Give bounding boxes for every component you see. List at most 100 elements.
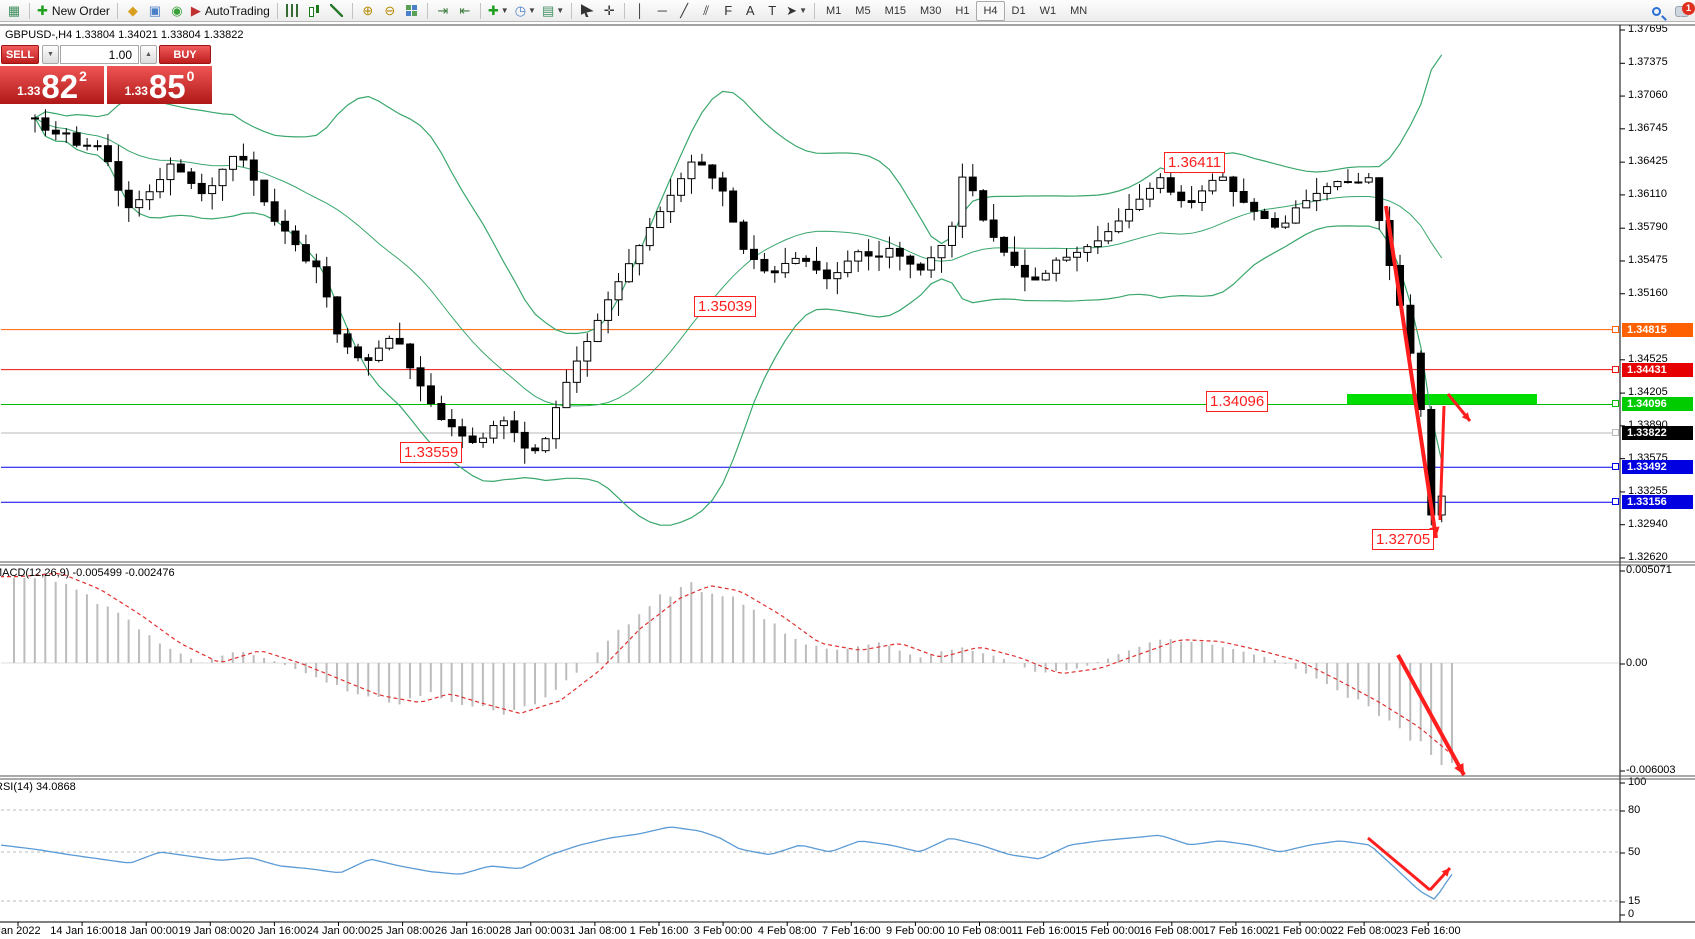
price-line-marker[interactable] xyxy=(1612,463,1619,470)
candle-body xyxy=(1157,178,1164,189)
candle-body xyxy=(32,118,39,119)
price-line-marker[interactable] xyxy=(1612,498,1619,505)
candle-body xyxy=(730,191,737,222)
candle-body xyxy=(1261,211,1268,218)
candle-body xyxy=(427,386,434,404)
candle-body xyxy=(1230,177,1237,191)
price-tag-1.33492[interactable]: 1.33492 xyxy=(1622,460,1693,474)
price-tag-1.33822[interactable]: 1.33822 xyxy=(1622,426,1693,440)
candle-body xyxy=(250,160,257,180)
candle-body xyxy=(94,146,101,147)
volume-increase-button[interactable]: ▲ xyxy=(140,45,157,64)
candle-body xyxy=(792,258,799,263)
candle-body xyxy=(1376,178,1383,221)
candle-body xyxy=(1021,265,1028,277)
candle-body xyxy=(1011,252,1018,265)
buy-button[interactable]: BUY xyxy=(159,45,211,64)
candle-body xyxy=(500,421,507,426)
volume-decrease-button[interactable]: ▼ xyxy=(42,45,59,64)
price-line-marker[interactable] xyxy=(1612,366,1619,373)
candle-body xyxy=(188,172,195,183)
candle-body xyxy=(1063,257,1070,260)
candle-body xyxy=(302,245,309,261)
candle-body xyxy=(521,432,528,448)
price-line-marker[interactable] xyxy=(1612,429,1619,436)
candle-body xyxy=(876,256,883,257)
candle-body xyxy=(1084,247,1091,253)
candle-body xyxy=(1209,180,1216,191)
candle-body xyxy=(52,130,59,134)
candle-body xyxy=(219,169,226,185)
candle-body xyxy=(803,258,810,261)
candle-body xyxy=(1417,353,1424,409)
candle-body xyxy=(157,180,164,192)
candle-body xyxy=(834,273,841,279)
price-annotation[interactable]: 1.32705 xyxy=(1372,529,1434,550)
candle-body xyxy=(782,263,789,272)
candle-body xyxy=(844,261,851,273)
candle-body xyxy=(125,190,132,207)
candle-body xyxy=(990,220,997,237)
sell-price-big: 82 xyxy=(41,72,78,102)
price-annotation[interactable]: 1.36411 xyxy=(1164,152,1225,173)
candle-body xyxy=(104,146,111,162)
candle-body xyxy=(855,252,862,261)
sell-price-prefix: 1.33 xyxy=(17,84,40,98)
price-annotation[interactable]: 1.34096 xyxy=(1206,391,1268,412)
mt4-window: { "toolbar": { "groups": [ {"items":[{"n… xyxy=(0,0,1695,939)
candle-body xyxy=(1313,193,1320,200)
support-zone[interactable] xyxy=(1347,394,1537,404)
price-line-marker[interactable] xyxy=(1612,400,1619,407)
candle-body xyxy=(594,320,601,341)
price-tag-1.33156[interactable]: 1.33156 xyxy=(1622,495,1693,509)
candle-body xyxy=(615,282,622,300)
price-tag-1.34096[interactable]: 1.34096 xyxy=(1622,397,1693,411)
candle-body xyxy=(1303,201,1310,208)
chart-ohlc-title: GBPUSD-,H4 1.33804 1.34021 1.33804 1.338… xyxy=(5,29,244,41)
buy-price-box[interactable]: 1.33 85 0 xyxy=(107,66,212,104)
candle-body xyxy=(1324,187,1331,194)
candle-body xyxy=(938,245,945,257)
candle-body xyxy=(928,258,935,270)
candle-body xyxy=(1251,202,1258,211)
candle-body xyxy=(1334,182,1341,187)
candle-body xyxy=(1146,188,1153,199)
candle-body xyxy=(375,348,382,360)
candle-body xyxy=(313,261,320,267)
macd-signal-line xyxy=(0,573,1448,751)
candle-body xyxy=(1199,191,1206,203)
candle-body xyxy=(1105,232,1112,241)
candle-body xyxy=(407,344,414,368)
price-line-marker[interactable] xyxy=(1612,326,1619,333)
candle-body xyxy=(865,252,872,256)
candle-body xyxy=(136,200,143,208)
candle-body xyxy=(209,186,216,194)
sell-price-box[interactable]: 1.33 82 2 xyxy=(0,66,104,104)
sell-price-sup: 2 xyxy=(79,68,87,84)
sell-button[interactable]: SELL xyxy=(1,45,39,64)
trade-controls-row: SELL ▼ ▲ BUY xyxy=(0,45,212,65)
annotation-arrow[interactable] xyxy=(1368,838,1430,890)
rsi-line xyxy=(0,827,1452,899)
candle-body xyxy=(969,177,976,191)
price-annotation[interactable]: 1.33559 xyxy=(400,442,462,463)
candle-body xyxy=(282,221,289,231)
candle-body xyxy=(177,164,184,172)
candle-body xyxy=(73,133,80,145)
annotation-arrow[interactable] xyxy=(1386,206,1436,538)
candle-body xyxy=(1219,177,1226,180)
chart-canvas[interactable] xyxy=(0,0,1695,939)
candle-body xyxy=(396,338,403,344)
price-annotation[interactable]: 1.35039 xyxy=(694,296,756,317)
price-tag-1.34815[interactable]: 1.34815 xyxy=(1622,323,1693,337)
candle-body xyxy=(1032,277,1039,280)
candle-body xyxy=(167,164,174,180)
candle-body xyxy=(1074,252,1081,257)
candle-body xyxy=(355,347,362,358)
volume-input[interactable] xyxy=(60,45,139,64)
candle-body xyxy=(678,179,685,196)
bollinger-band xyxy=(35,118,1442,406)
price-tag-1.34431[interactable]: 1.34431 xyxy=(1622,363,1693,377)
candle-body xyxy=(646,228,653,246)
candle-body xyxy=(63,133,70,134)
